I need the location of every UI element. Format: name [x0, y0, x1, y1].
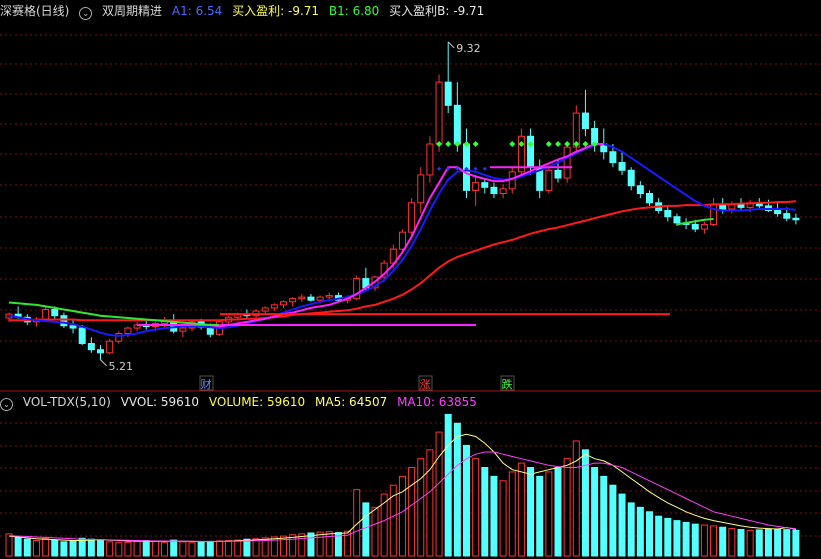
volume-bar — [545, 471, 553, 557]
volume-bar — [463, 444, 470, 557]
volume-chart[interactable] — [0, 0, 821, 559]
volume-bar — [87, 538, 95, 557]
volume-bar — [225, 540, 233, 557]
volume-bar — [627, 502, 635, 557]
volume-bar — [124, 541, 132, 557]
volume-bar — [161, 542, 169, 557]
volume-bar — [243, 538, 251, 557]
volume-bar — [646, 511, 653, 557]
volume-bar — [316, 531, 324, 557]
volume-bar — [719, 526, 727, 557]
volume-bar — [51, 539, 59, 557]
volume-bar — [252, 538, 260, 557]
volume-bar — [792, 529, 800, 557]
volume-bar — [673, 520, 681, 557]
volume-bar — [664, 517, 672, 557]
volume-bar — [554, 467, 562, 557]
volume-bar — [618, 493, 626, 557]
volume-bar — [106, 541, 114, 557]
volume-bar — [764, 528, 772, 557]
volume-bar — [14, 536, 22, 557]
volume-bar — [371, 506, 379, 557]
volume-bar — [151, 540, 159, 557]
volume-bar — [783, 529, 791, 557]
volume-bar — [508, 471, 516, 557]
volume-bar — [453, 422, 461, 557]
volume-bar — [115, 542, 123, 557]
volume-bar — [755, 529, 763, 557]
volume-bar — [691, 523, 699, 557]
volume-bar — [472, 458, 480, 557]
volume-bar — [60, 541, 68, 557]
volume-bar — [481, 467, 489, 557]
volume-bar — [527, 467, 535, 557]
volume-bar — [197, 541, 205, 557]
volume-bar — [133, 540, 141, 557]
volume-bar — [636, 506, 644, 557]
volume-bar — [206, 540, 214, 557]
volume-bar — [408, 467, 416, 557]
volume-bar — [307, 532, 315, 557]
volume-bar — [435, 431, 443, 557]
volume-bar — [737, 528, 745, 557]
volume-bar — [517, 462, 525, 557]
volume-bar — [170, 539, 178, 557]
volume-bar — [32, 540, 40, 557]
volume-bar — [417, 458, 425, 557]
volume-bar — [600, 475, 608, 557]
volume-bar — [499, 480, 507, 557]
volume-bar — [682, 521, 690, 557]
volume-bar — [362, 502, 370, 557]
volume-bar — [609, 484, 617, 557]
volume-bar — [69, 540, 77, 557]
volume-bar — [728, 528, 736, 557]
volume-bar — [563, 458, 571, 557]
volume-bar — [97, 539, 104, 557]
volume-bar — [655, 515, 663, 557]
volume-bar — [42, 537, 50, 557]
volume-bar — [426, 449, 434, 557]
volume-bar — [746, 529, 754, 557]
volume-bar — [398, 475, 406, 557]
volume-bar — [142, 540, 150, 557]
volume-bar — [774, 528, 782, 557]
volume-bar — [23, 538, 31, 557]
volume-bar — [572, 440, 580, 557]
volume-bar — [710, 525, 718, 557]
volume-bar — [325, 531, 333, 557]
volume-bar — [700, 524, 708, 557]
volume-bar — [5, 533, 13, 557]
volume-bar — [234, 539, 242, 557]
volume-bar — [591, 467, 599, 557]
volume-bar — [536, 475, 544, 557]
volume-bar — [490, 475, 498, 557]
volume-bar — [444, 413, 452, 557]
volume-bar — [188, 542, 196, 557]
volume-bar — [215, 540, 223, 557]
volume-bar — [179, 541, 187, 557]
